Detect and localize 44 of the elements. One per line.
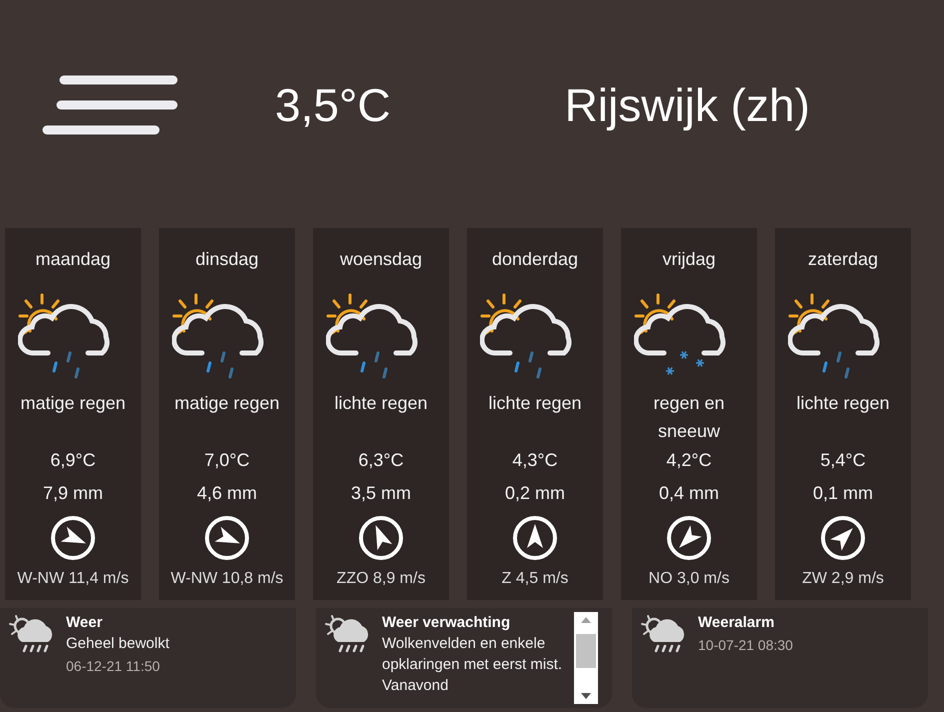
day-name: maandag	[35, 248, 111, 271]
precipitation: 7,9 mm	[42, 482, 103, 505]
tile-timestamp: 06-12-21 11:50	[66, 657, 161, 676]
temperature: 6,9°C	[50, 449, 96, 472]
temperature: 5,4°C	[820, 449, 866, 472]
day-name: woensdag	[340, 248, 422, 271]
temperature: 4,3°C	[512, 449, 558, 472]
tile-text: Geheel bewolkt	[66, 634, 170, 654]
precipitation: 0,1 mm	[812, 482, 873, 505]
day-name: zaterdag	[808, 248, 878, 271]
tile-title: Weeralarm	[698, 613, 776, 633]
wind-speed: Z 4,5 m/s	[502, 569, 568, 589]
day-name: donderdag	[492, 248, 578, 271]
temperature: 6,3°C	[358, 449, 404, 472]
weather-description: lichte regen	[796, 392, 890, 415]
menu-icon[interactable]	[42, 75, 178, 135]
temperature: 7,0°C	[204, 449, 250, 472]
precipitation: 0,4 mm	[658, 482, 719, 505]
current-temperature: 3,5°C	[275, 78, 391, 132]
tile-title: Weer verwachting	[382, 613, 512, 633]
precipitation: 0,2 mm	[504, 482, 565, 505]
scroll-down-icon[interactable]	[580, 693, 592, 700]
wind-speed: W-NW 11,4 m/s	[17, 569, 129, 589]
day-name: dinsdag	[195, 248, 259, 271]
tile-title: Weer	[66, 613, 104, 633]
tile-text: Wolkenvelden en enkele opklaringen met eerst mist. Vanavond	[382, 634, 564, 696]
temperature: 4,2°C	[666, 449, 712, 472]
weather-description: matige regen	[174, 392, 280, 415]
precipitation: 3,5 mm	[350, 482, 411, 505]
scrollbar[interactable]	[574, 612, 598, 704]
weather-description: lichte regen	[334, 392, 428, 415]
day-name: vrijdag	[662, 248, 716, 271]
scroll-up-icon[interactable]	[580, 616, 592, 623]
tile-timestamp: 10-07-21 08:30	[698, 636, 794, 655]
weather-description: lichte regen	[488, 392, 582, 415]
precipitation: 4,6 mm	[196, 482, 257, 505]
weather-description: matige regen	[20, 392, 126, 415]
location-name: Rijswijk (zh)	[564, 78, 810, 132]
wind-speed: W-NW 10,8 m/s	[170, 569, 284, 589]
wind-speed: ZZO 8,9 m/s	[336, 569, 426, 589]
wind-speed: ZW 2,9 m/s	[802, 569, 884, 589]
wind-speed: NO 3,0 m/s	[648, 569, 730, 589]
weather-description: regen en sneeuw	[652, 392, 726, 443]
scrollbar-thumb[interactable]	[576, 634, 596, 668]
